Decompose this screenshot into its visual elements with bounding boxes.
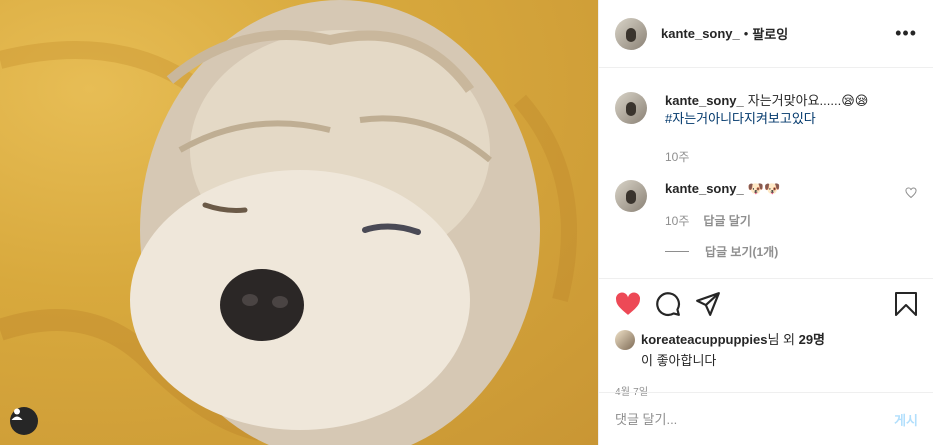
post-comment-button[interactable]: 게시 — [894, 410, 918, 429]
hashtag-link[interactable]: #자는거아니다지켜보고있다 — [665, 111, 816, 126]
comment-text: 자는거맞아요......😪😪 — [747, 93, 869, 108]
liker-avatar[interactable] — [615, 330, 635, 350]
share-paper-plane-icon[interactable] — [695, 291, 721, 317]
add-comment-bar: 게시 — [599, 392, 933, 445]
like-heart-icon[interactable] — [615, 292, 641, 316]
post-photo[interactable] — [0, 0, 598, 445]
following-button[interactable]: 팔로잉 — [752, 24, 788, 43]
user-tag-button[interactable] — [10, 407, 38, 435]
post-actions: koreateacuppuppies님 외 29명 이 좋아합니다 4월 7일 — [599, 278, 933, 398]
post-header: kante_sony_ • 팔로잉 ••• — [599, 0, 933, 68]
header-separator: • — [743, 26, 749, 41]
comment-input[interactable] — [615, 411, 895, 427]
comment-time[interactable]: 10주 — [665, 150, 689, 164]
comment-bubble-icon[interactable] — [655, 291, 681, 317]
comment-username[interactable]: kante_sony_ — [665, 93, 744, 108]
comment-like-heart-icon[interactable] — [905, 186, 917, 204]
comment-username[interactable]: kante_sony_ — [665, 181, 744, 196]
author-username[interactable]: kante_sony_ — [661, 26, 740, 41]
more-options-icon[interactable]: ••• — [895, 23, 917, 44]
liker-username[interactable]: koreateacuppuppies — [641, 332, 767, 347]
likes-suffix: 님 외 — [767, 332, 799, 347]
likes-summary: koreateacuppuppies님 외 29명 이 좋아합니다 — [615, 329, 918, 369]
dog-photo-illustration — [0, 0, 577, 445]
likes-count[interactable]: 29명 — [799, 332, 825, 347]
post-details-panel: kante_sony_ • 팔로잉 ••• kante_sony_ 자는거맞아요.… — [598, 0, 933, 445]
replies-divider — [665, 251, 689, 252]
comment-time[interactable]: 10주 — [665, 214, 689, 228]
view-replies-label: 답글 보기(1개) — [705, 245, 779, 259]
bookmark-icon[interactable] — [894, 291, 918, 317]
user-tag-icon — [11, 408, 23, 420]
likes-line2: 이 좋아합니다 — [641, 353, 717, 368]
author-avatar[interactable] — [615, 17, 647, 50]
commenter-avatar[interactable] — [615, 92, 647, 124]
commenter-avatar[interactable] — [615, 180, 647, 212]
list-item-comment: kante_sony_ 🐶🐶 10주 답글 달기 — [615, 180, 917, 230]
view-replies-button[interactable]: 답글 보기(1개) — [665, 243, 778, 260]
reply-button[interactable]: 답글 달기 — [703, 214, 751, 228]
comment-text: 🐶🐶 — [747, 181, 781, 196]
caption-comment: kante_sony_ 자는거맞아요......😪😪 #자는거아니다지켜보고있다 … — [615, 92, 917, 166]
